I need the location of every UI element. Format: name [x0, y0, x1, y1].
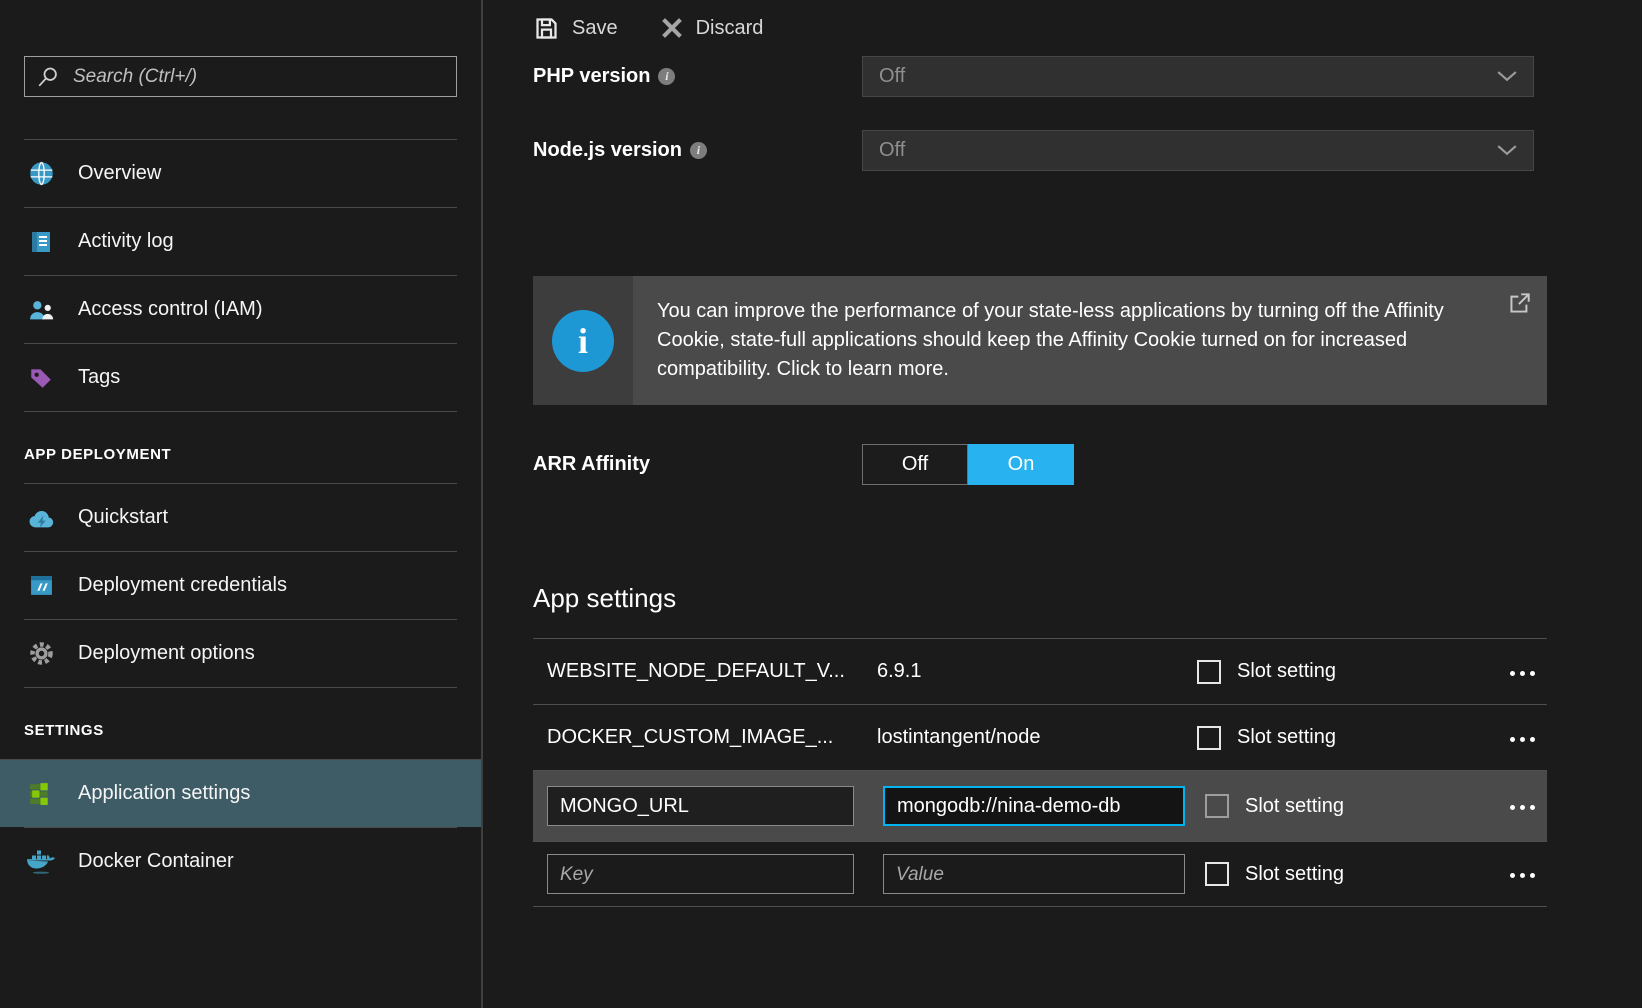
app-settings-table: WEBSITE_NODE_DEFAULT_V... 6.9.1 Slot set… [533, 638, 1547, 907]
arr-affinity-info-banner[interactable]: You can improve the performance of your … [533, 276, 1547, 405]
arr-affinity-off-button[interactable]: Off [862, 444, 968, 485]
console-icon [24, 573, 58, 598]
row-context-menu-button[interactable] [1505, 663, 1547, 681]
table-row: DOCKER_CUSTOM_IMAGE_... lostintangent/no… [533, 704, 1547, 770]
people-icon [24, 298, 58, 322]
setting-value: 6.9.1 [877, 660, 1197, 683]
banner-icon-panel [533, 276, 633, 405]
node-version-value: Off [879, 139, 905, 162]
row-context-menu-button[interactable] [1505, 797, 1547, 815]
ellipsis-icon [1505, 865, 1535, 883]
sidebar-item-quickstart[interactable]: Quickstart [24, 483, 457, 551]
sidebar-item-label: Activity log [78, 230, 174, 253]
php-version-select[interactable]: Off [862, 56, 1534, 97]
slot-setting-label: Slot setting [1245, 863, 1344, 886]
sidebar-item-label: Access control (IAM) [78, 298, 262, 321]
table-row-new: Slot setting [533, 841, 1547, 907]
setting-key: DOCKER_CUSTOM_IMAGE_... [547, 726, 877, 749]
sidebar-item-label: Quickstart [78, 506, 168, 529]
php-version-label: PHP version [533, 65, 650, 88]
sidebar-item-activity-log[interactable]: Activity log [24, 207, 457, 275]
sidebar-item-deployment-options[interactable]: Deployment options [24, 619, 457, 687]
ellipsis-icon [1505, 729, 1535, 747]
save-label: Save [572, 17, 618, 40]
setting-value-input[interactable] [883, 786, 1185, 826]
sidebar-item-deployment-credentials[interactable]: Deployment credentials [24, 551, 457, 619]
slot-setting-label: Slot setting [1237, 660, 1336, 683]
discard-x-icon [660, 16, 684, 40]
tag-icon [24, 365, 58, 391]
external-link-icon[interactable] [1508, 292, 1531, 320]
php-version-row: PHP version Off [533, 56, 1547, 97]
save-icon [533, 15, 560, 42]
search-input[interactable] [73, 66, 444, 88]
slot-setting-label: Slot setting [1237, 726, 1336, 749]
node-version-label: Node.js version [533, 139, 682, 162]
sidebar: Overview Activity log Access control (IA… [0, 0, 483, 1008]
main-content: Save Discard PHP version Off Node.js ver… [483, 0, 1642, 1008]
setting-value: lostintangent/node [877, 726, 1197, 749]
cloud-icon [24, 507, 58, 529]
slot-setting-checkbox[interactable] [1197, 660, 1221, 684]
sliders-icon [24, 781, 58, 806]
sidebar-item-tags[interactable]: Tags [24, 343, 457, 411]
section-header-app-deployment: APP DEPLOYMENT [0, 412, 481, 483]
php-version-value: Off [879, 65, 905, 88]
setting-key: WEBSITE_NODE_DEFAULT_V... [547, 660, 877, 683]
slot-setting-checkbox[interactable] [1205, 794, 1229, 818]
sidebar-item-overview[interactable]: Overview [24, 139, 457, 207]
table-row: WEBSITE_NODE_DEFAULT_V... 6.9.1 Slot set… [533, 638, 1547, 704]
section-header-settings: SETTINGS [0, 688, 481, 759]
arr-affinity-label: ARR Affinity [533, 453, 650, 476]
banner-text: You can improve the performance of your … [657, 297, 1483, 384]
ellipsis-icon [1505, 797, 1535, 815]
arr-affinity-toggle: Off On [862, 444, 1074, 485]
slot-setting-label: Slot setting [1245, 795, 1344, 818]
info-icon[interactable] [690, 142, 707, 159]
ellipsis-icon [1505, 663, 1535, 681]
info-circle-icon [552, 310, 614, 372]
sidebar-item-label: Overview [78, 162, 161, 185]
node-version-select[interactable]: Off [862, 130, 1534, 171]
log-book-icon [24, 229, 58, 255]
arr-affinity-on-button[interactable]: On [968, 444, 1074, 485]
sidebar-item-label: Tags [78, 366, 120, 389]
save-button[interactable]: Save [533, 15, 618, 42]
sidebar-item-docker-container[interactable]: Docker Container [24, 827, 457, 895]
sidebar-nav: Overview Activity log Access control (IA… [0, 139, 481, 895]
row-context-menu-button[interactable] [1505, 865, 1547, 883]
sidebar-item-label: Application settings [78, 782, 250, 805]
sidebar-search [24, 56, 457, 97]
sidebar-main-group: Overview Activity log Access control (IA… [0, 139, 481, 412]
sidebar-item-application-settings[interactable]: Application settings [0, 759, 481, 827]
sidebar-item-label: Deployment options [78, 642, 255, 665]
search-icon [37, 66, 59, 88]
chevron-down-icon [1497, 145, 1517, 156]
node-version-row: Node.js version Off [533, 130, 1547, 171]
chevron-down-icon [1497, 71, 1517, 82]
sidebar-item-label: Docker Container [78, 850, 234, 873]
sidebar-app-deployment-group: Quickstart Deployment credentials Deploy… [0, 483, 481, 688]
sidebar-item-label: Deployment credentials [78, 574, 287, 597]
new-value-input[interactable] [883, 854, 1185, 894]
arr-affinity-row: ARR Affinity Off On [533, 444, 1547, 485]
sidebar-settings-group: Application settings Docker Container [0, 759, 481, 895]
app-settings-title: App settings [533, 583, 1547, 614]
globe-icon [24, 160, 58, 187]
discard-label: Discard [696, 17, 764, 40]
table-row-editing: Slot setting [533, 770, 1547, 841]
slot-setting-checkbox[interactable] [1205, 862, 1229, 886]
gear-icon [24, 640, 58, 667]
setting-key-input[interactable] [547, 786, 854, 826]
command-bar: Save Discard [533, 0, 1547, 56]
slot-setting-checkbox[interactable] [1197, 726, 1221, 750]
discard-button[interactable]: Discard [660, 16, 764, 40]
sidebar-item-access-control[interactable]: Access control (IAM) [24, 275, 457, 343]
docker-whale-icon [24, 848, 58, 875]
row-context-menu-button[interactable] [1505, 729, 1547, 747]
new-key-input[interactable] [547, 854, 854, 894]
info-icon[interactable] [658, 68, 675, 85]
